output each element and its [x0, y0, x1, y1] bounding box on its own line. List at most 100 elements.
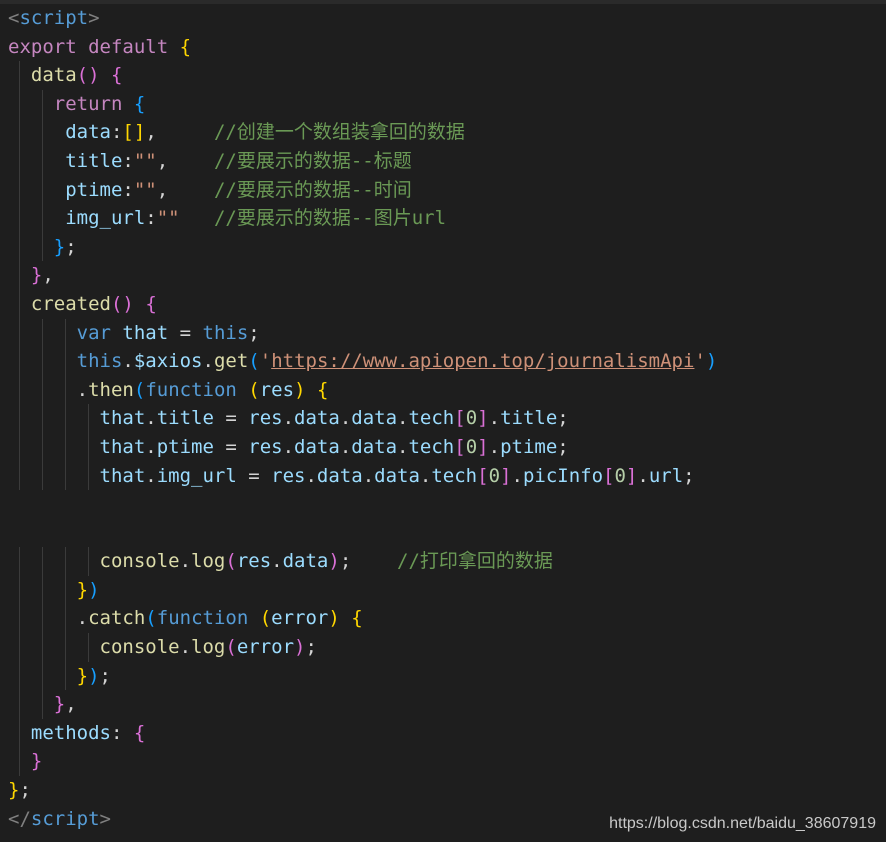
code-token: ,	[145, 121, 214, 144]
code-token: .	[179, 636, 192, 659]
code-token: =	[236, 464, 272, 487]
code-token: {	[316, 378, 329, 401]
code-token: title	[156, 407, 214, 430]
code-token: )	[328, 607, 340, 630]
code-line: that.img_url = res.data.data.tech[0].pic…	[0, 461, 886, 491]
code-token: .	[202, 350, 214, 373]
code-token: console	[99, 636, 180, 659]
code-token: error	[236, 636, 295, 659]
code-token: ;	[683, 464, 695, 487]
code-line: this.$axios.get('https://www.apiopen.top…	[0, 347, 886, 376]
code-token: [	[454, 407, 466, 430]
code-token: //要展示的数据--时间	[213, 178, 412, 201]
code-token: .	[305, 464, 317, 487]
code-token: ()	[110, 292, 134, 315]
code-line: export default {	[0, 33, 886, 62]
code-area[interactable]: <script> export default { data() { return…	[0, 4, 886, 842]
code-token: )	[705, 350, 718, 373]
code-line: that.title = res.data.data.tech[0].title…	[0, 404, 886, 433]
code-token: ptime	[156, 435, 214, 458]
code-line: .then(function (res) {	[0, 375, 886, 405]
code-editor[interactable]: <script> export default { data() { return…	[0, 0, 886, 842]
code-token: this	[202, 321, 249, 344]
code-line: var that = this;	[0, 318, 886, 348]
code-token: :	[110, 721, 134, 744]
code-token: log	[191, 636, 226, 659]
code-token: get	[213, 350, 249, 373]
code-token: title	[65, 149, 123, 172]
code-token: ]	[625, 464, 638, 487]
code-token: ]	[477, 407, 489, 430]
code-token: }	[76, 578, 89, 601]
code-token: :	[110, 121, 123, 144]
code-line: });	[0, 661, 886, 691]
code-token: data	[294, 407, 340, 430]
code-token: data	[351, 407, 398, 430]
code-token: then	[88, 378, 134, 401]
code-token: (	[145, 607, 157, 630]
code-line: created() {	[0, 289, 886, 319]
code-token: }	[30, 264, 43, 287]
code-line: <script>	[0, 4, 886, 33]
code-token: .	[419, 464, 432, 487]
code-token: function	[156, 607, 249, 630]
code-token: }	[53, 235, 66, 258]
code-token: }	[53, 693, 66, 716]
code-token: tech	[431, 464, 478, 487]
code-token: function	[145, 378, 237, 401]
code-token: data	[294, 435, 340, 458]
code-token: img_url	[65, 207, 146, 230]
code-token: .	[145, 435, 157, 458]
code-token: )	[294, 636, 306, 659]
code-token: data	[351, 435, 398, 458]
code-token: {	[133, 721, 146, 744]
code-token: [	[454, 435, 466, 458]
code-token: )	[294, 378, 306, 401]
code-line: ptime:"", //要展示的数据--时间	[0, 175, 886, 205]
code-token: ()	[76, 64, 100, 87]
code-token: <	[8, 7, 20, 29]
code-line: data() {	[0, 61, 886, 90]
code-token: .	[76, 607, 89, 630]
code-token: (	[225, 636, 237, 659]
code-token: default	[88, 35, 169, 58]
watermark: https://blog.csdn.net/baidu_38607919	[609, 815, 876, 832]
code-token: ,	[156, 149, 214, 172]
code-token: =	[213, 435, 249, 458]
code-token: >	[88, 7, 100, 29]
code-token: console	[99, 550, 180, 573]
code-token: =	[168, 321, 203, 344]
code-token: that	[99, 407, 146, 430]
code-token: ,	[156, 178, 214, 201]
code-line: console.log(error);	[0, 633, 886, 662]
code-token: 0	[465, 435, 478, 458]
code-token: error	[271, 607, 329, 630]
code-token: .	[339, 435, 352, 458]
code-token: methods	[30, 721, 111, 744]
code-token: .	[488, 435, 501, 458]
code-token: {	[179, 35, 192, 58]
code-token: .	[282, 407, 295, 430]
code-token: :	[122, 149, 134, 172]
code-line: },	[0, 690, 886, 719]
code-token: that	[99, 435, 146, 458]
code-token: https://www.apiopen.top/journalismApi	[271, 350, 695, 373]
code-token: [	[603, 464, 615, 487]
